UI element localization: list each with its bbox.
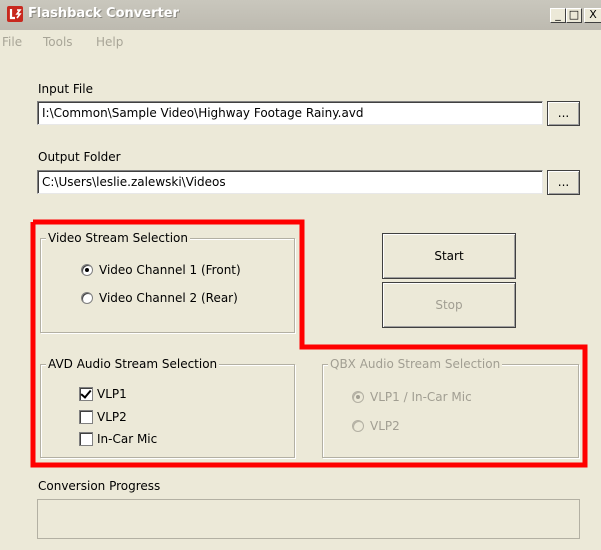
qbx-audio-group: QBX Audio Stream Selection (322, 357, 579, 458)
conversion-progress-bar (37, 499, 580, 539)
video-stream-group: Video Stream Selection (40, 231, 295, 333)
avd-audio-group-title: AVD Audio Stream Selection (46, 357, 220, 371)
minimize-icon: _ (555, 8, 561, 21)
input-file-browse-button[interactable]: ... (547, 101, 580, 126)
close-button[interactable]: X (584, 8, 601, 23)
maximize-icon: □ (568, 8, 580, 21)
window-title: Flashback Converter (28, 6, 179, 21)
menu-bar: File Tools Help (0, 31, 601, 51)
qbx-vlp2-label: VLP2 (370, 419, 400, 433)
qbx-audio-group-title: QBX Audio Stream Selection (328, 357, 503, 371)
qbx-vlp1-in-car-mic-label: VLP1 / In-Car Mic (370, 390, 472, 404)
radio-checked-icon (81, 264, 93, 276)
input-file-field[interactable]: I:\Common\Sample Video\Highway Footage R… (37, 101, 543, 125)
output-folder-field[interactable]: C:\Users\leslie.zalewski\Videos (37, 170, 543, 194)
video-channel-1-label: Video Channel 1 (Front) (99, 263, 241, 277)
in-car-mic-label: In-Car Mic (97, 432, 158, 446)
minimize-button[interactable]: _ (550, 8, 566, 23)
vlp1-label: VLP1 (97, 387, 127, 401)
menu-tools[interactable]: Tools (43, 35, 73, 49)
radio-unchecked-icon (81, 292, 93, 304)
video-stream-group-title: Video Stream Selection (46, 231, 190, 245)
conversion-progress-label: Conversion Progress (38, 479, 161, 493)
start-button[interactable]: Start (382, 233, 516, 279)
app-window: Flashback Converter _ □ X File Tools Hel… (0, 0, 601, 550)
radio-checked-disabled-icon (352, 391, 364, 403)
stop-button[interactable]: Stop (382, 282, 516, 328)
menu-help[interactable]: Help (96, 35, 123, 49)
radio-unchecked-disabled-icon (352, 420, 364, 432)
app-logo-icon (7, 6, 23, 22)
close-icon: X (589, 8, 597, 21)
title-bar[interactable]: Flashback Converter _ □ X (0, 0, 601, 30)
video-channel-2-label: Video Channel 2 (Rear) (99, 291, 238, 305)
vlp2-label: VLP2 (97, 410, 127, 424)
menu-file[interactable]: File (2, 35, 22, 49)
input-file-label: Input File (38, 82, 93, 96)
checkbox-unchecked-icon (79, 410, 93, 424)
checkbox-unchecked-icon (79, 432, 93, 446)
output-folder-browse-button[interactable]: ... (547, 170, 580, 195)
maximize-button[interactable]: □ (566, 8, 582, 23)
checkbox-checked-icon (79, 387, 93, 401)
output-folder-label: Output Folder (38, 150, 121, 164)
